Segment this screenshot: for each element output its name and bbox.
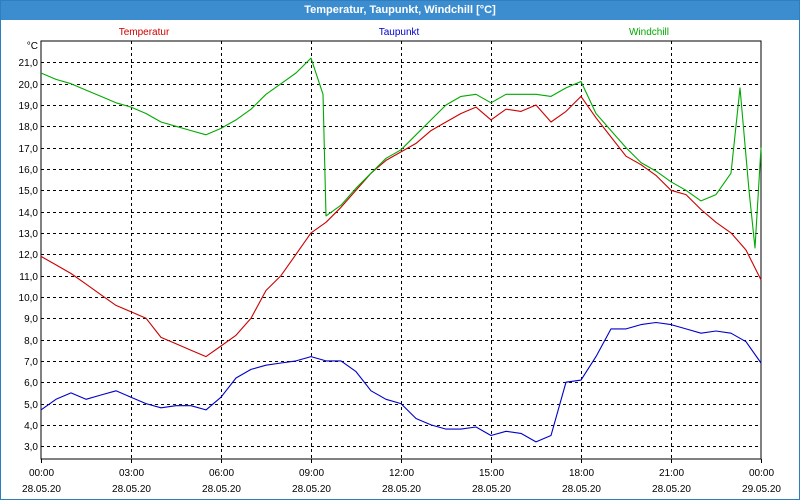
y-tick-label: 11,0 xyxy=(19,272,38,283)
window-title: Temperatur, Taupunkt, Windchill [°C] xyxy=(1,1,799,20)
y-tick-label: 15,0 xyxy=(19,186,39,197)
y-tick-label: 4,0 xyxy=(24,421,38,432)
y-tick-label: 9,0 xyxy=(24,314,38,325)
x-tick-date-label: 28.05.20 xyxy=(22,484,61,495)
x-tick-time-label: 21:00 xyxy=(659,468,684,479)
y-tick-label: 14,0 xyxy=(19,208,39,219)
y-tick-label: 13,0 xyxy=(19,229,39,240)
x-tick-time-label: 09:00 xyxy=(299,468,324,479)
y-tick-label: 12,0 xyxy=(19,250,39,261)
x-tick-time-label: 15:00 xyxy=(479,468,504,479)
x-tick-time-label: 06:00 xyxy=(209,468,234,479)
y-tick-label: 7,0 xyxy=(24,357,38,368)
x-tick-time-label: 03:00 xyxy=(119,468,144,479)
x-tick-time-label: 00:00 xyxy=(29,468,54,479)
x-tick-time-label: 12:00 xyxy=(389,468,414,479)
y-tick-label: 17,0 xyxy=(19,144,39,155)
x-tick-date-label: 28.05.20 xyxy=(562,484,601,495)
y-axis-label: °C xyxy=(27,41,38,52)
chart-canvas: 21,0 20,0 19,0 18,0 17,0 16,0 15,0 14,0 13,0 12,0… xyxy=(19,27,782,495)
x-tick-date-label: 28.05.20 xyxy=(202,484,241,495)
y-tick-label: 18,0 xyxy=(19,122,39,133)
y-tick-label: 10,0 xyxy=(19,293,39,304)
x-tick-date-label: 28.05.20 xyxy=(382,484,421,495)
chart-window: Temperatur, Taupunkt, Windchill [°C] 21,… xyxy=(0,0,800,500)
x-tick-date-label: 28.05.20 xyxy=(292,484,331,495)
x-tick-time-label: 18:00 xyxy=(569,468,594,479)
legend-item-windchill: Windchill xyxy=(629,27,669,38)
y-tick-label: 3,0 xyxy=(24,442,38,453)
legend-item-taupunkt: Taupunkt xyxy=(379,27,420,38)
legend-item-temperatur: Temperatur xyxy=(119,27,170,38)
y-tick-label: 19,0 xyxy=(19,101,39,112)
y-tick-label: 21,0 xyxy=(19,58,39,69)
y-tick-label: 16,0 xyxy=(19,165,39,176)
x-tick-date-label: 28.05.20 xyxy=(112,484,151,495)
y-tick-label: 5,0 xyxy=(24,400,38,411)
x-tick-date-label: 29.05.20 xyxy=(742,484,781,495)
y-tick-label: 6,0 xyxy=(24,378,38,389)
x-tick-date-label: 28.05.20 xyxy=(652,484,691,495)
y-tick-label: 8,0 xyxy=(24,336,38,347)
x-tick-time-label: 00:00 xyxy=(749,468,774,479)
x-tick-date-label: 28.05.20 xyxy=(472,484,511,495)
y-tick-label: 20,0 xyxy=(19,80,39,91)
